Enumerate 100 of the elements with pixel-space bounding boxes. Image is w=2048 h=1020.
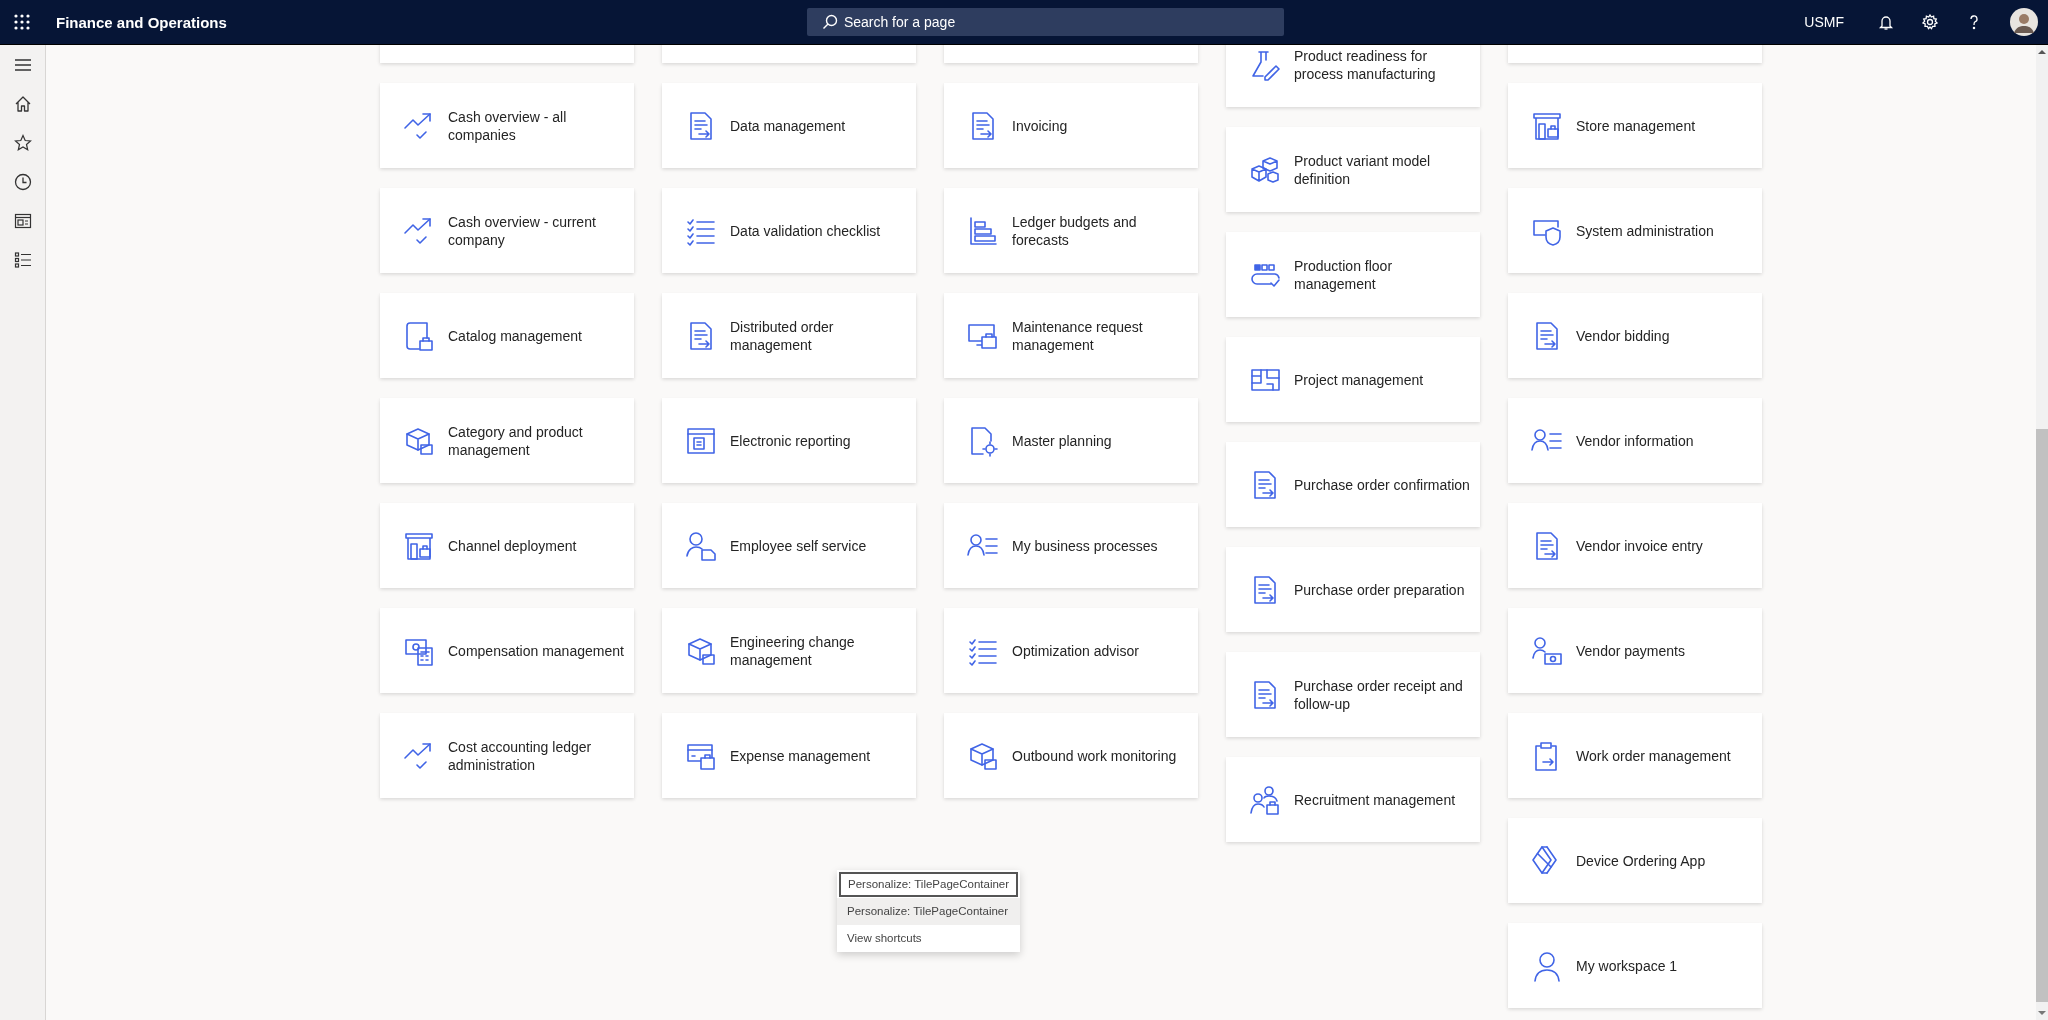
tile-card[interactable]: Outbound work monitoring <box>944 713 1198 798</box>
tile-card[interactable]: Catalog management <box>380 293 634 378</box>
tile-label: Production floor management <box>1294 256 1394 293</box>
tile-label: Recruitment management <box>1294 790 1456 809</box>
tile-card[interactable]: My workspace 1 <box>1508 923 1762 1008</box>
tile-label: System administration <box>1576 221 1714 240</box>
tile-label: Purchase order confirmation <box>1294 475 1470 494</box>
tile-card[interactable]: Engineering change management <box>662 608 916 693</box>
tile-label: Purchase order preparation <box>1294 580 1465 599</box>
tile-card[interactable]: Vendor payments <box>1508 608 1762 693</box>
tile-label: Catalog management <box>448 326 582 345</box>
tile-label: Distributed order management <box>730 317 835 354</box>
tile-label: Employee self service <box>730 536 867 555</box>
tile-card[interactable]: Purchase order receipt and follow-up <box>1226 652 1480 737</box>
tile-label: Vendor bidding <box>1576 326 1670 345</box>
app-title[interactable]: Finance and Operations <box>56 13 227 31</box>
tile-card[interactable]: Purchase order preparation <box>1226 547 1480 632</box>
menu-icon[interactable] <box>13 56 32 74</box>
tile-label: Vendor information <box>1576 431 1694 450</box>
avatar[interactable] <box>2010 8 2038 36</box>
tile-label: Work order management <box>1576 746 1731 765</box>
tile-label: Product readiness for process manufacturing <box>1294 46 1437 83</box>
tile-card[interactable]: Recruitment management <box>1226 757 1480 842</box>
scrollbar[interactable] <box>2036 45 2048 1020</box>
people-icon <box>1249 783 1281 816</box>
tile-label: Maintenance request management <box>1012 317 1144 354</box>
app-launcher-icon[interactable] <box>13 13 31 31</box>
tile-card[interactable]: Cash overview - all companies <box>380 83 634 168</box>
scroll-up-icon[interactable] <box>2036 48 2048 56</box>
search-field[interactable]: Search for a page <box>806 8 1284 36</box>
tile-card[interactable]: Electronic reporting <box>662 398 916 483</box>
tile-label: My business processes <box>1012 536 1158 555</box>
clock-icon[interactable] <box>13 173 32 191</box>
tile-label: Cost accounting ledger administration <box>448 737 593 774</box>
tile-label: Device Ordering App <box>1576 851 1706 870</box>
tile-label: Data validation checklist <box>730 221 881 240</box>
tile-label: Outbound work monitoring <box>1012 746 1177 765</box>
menu-item[interactable]: Personalize: TilePageContainer <box>837 898 1021 925</box>
notifications-icon[interactable] <box>1878 14 1894 30</box>
tile-card[interactable]: Employee self service <box>662 503 916 588</box>
tile-label: Cash overview - all companies <box>448 107 568 144</box>
tile-label: Electronic reporting <box>730 431 851 450</box>
tile-card[interactable]: Channel deployment <box>380 503 634 588</box>
tile-card[interactable]: Cash overview - current company <box>380 188 634 273</box>
tile-card[interactable]: Production floor management <box>1226 232 1480 317</box>
tile-card[interactable]: Maintenance request management <box>944 293 1198 378</box>
tile-label: Compensation management <box>448 641 624 660</box>
tile-card[interactable]: Purchase order confirmation <box>1226 442 1480 527</box>
tile-card[interactable]: Data validation checklist <box>662 188 916 273</box>
tile-card[interactable]: Ledger budgets and forecasts <box>944 188 1198 273</box>
scroll-thumb[interactable] <box>2036 429 2048 1002</box>
list-icon[interactable] <box>13 251 32 269</box>
tile-card[interactable]: Cost accounting ledger administration <box>380 713 634 798</box>
menu-item[interactable]: View shortcuts <box>837 925 1021 952</box>
tile-label: Purchase order receipt and follow-up <box>1294 676 1464 713</box>
tile-card[interactable]: Product variant model definition <box>1226 127 1480 212</box>
menu-item[interactable]: Personalize: TilePageContainer <box>839 872 1019 897</box>
tile-card[interactable]: Vendor invoice entry <box>1508 503 1762 588</box>
tile-card[interactable]: Device Ordering App <box>1508 818 1762 903</box>
person-icon <box>1531 949 1563 982</box>
settings-icon[interactable] <box>1922 14 1938 30</box>
tile-card[interactable]: Category and product management <box>380 398 634 483</box>
tile-label: Expense management <box>730 746 871 765</box>
tile-card[interactable]: System administration <box>1508 188 1762 273</box>
person-money-icon <box>1531 634 1563 667</box>
tile-label: Vendor payments <box>1576 641 1685 660</box>
tile-label: Vendor invoice entry <box>1576 536 1703 555</box>
home-icon[interactable] <box>13 95 32 113</box>
tile-card[interactable]: Project management <box>1226 337 1480 422</box>
tile-label: Master planning <box>1012 431 1112 450</box>
tile-card[interactable]: Vendor bidding <box>1508 293 1762 378</box>
star-icon[interactable] <box>13 134 32 152</box>
tile-label: Ledger budgets and forecasts <box>1012 212 1138 249</box>
tile-label: Engineering change management <box>730 632 856 669</box>
tile-label: Data management <box>730 116 846 135</box>
tile-label: Channel deployment <box>448 536 577 555</box>
tile-label: Invoicing <box>1012 116 1068 135</box>
tile-card[interactable]: Vendor information <box>1508 398 1762 483</box>
tile-card[interactable]: Expense management <box>662 713 916 798</box>
tile-label: Store management <box>1576 116 1696 135</box>
tile-card[interactable]: Product readiness for process manufacturing <box>1226 45 1480 107</box>
person-icon <box>685 529 717 562</box>
tile-card[interactable]: Distributed order management <box>662 293 916 378</box>
company-picker[interactable]: USMF <box>1804 14 1844 30</box>
tile-card[interactable]: Compensation management <box>380 608 634 693</box>
tile-card[interactable]: Invoicing <box>944 83 1198 168</box>
tile-label: Optimization advisor <box>1012 641 1139 660</box>
tile-card[interactable]: Optimization advisor <box>944 608 1198 693</box>
tile-label: Product variant model definition <box>1294 151 1432 188</box>
tile-label: Cash overview - current company <box>448 212 597 249</box>
tile-label: Category and product management <box>448 422 584 459</box>
tile-card[interactable]: My business processes <box>944 503 1198 588</box>
tile-card[interactable]: Master planning <box>944 398 1198 483</box>
tile-label: My workspace 1 <box>1576 956 1678 975</box>
tile-card[interactable]: Store management <box>1508 83 1762 168</box>
tile-card[interactable]: Work order management <box>1508 713 1762 798</box>
scroll-down-icon[interactable] <box>2036 1009 2048 1017</box>
tile-card[interactable]: Data management <box>662 83 916 168</box>
workspace-icon[interactable] <box>13 212 32 230</box>
bar-chart-icon <box>967 214 999 247</box>
